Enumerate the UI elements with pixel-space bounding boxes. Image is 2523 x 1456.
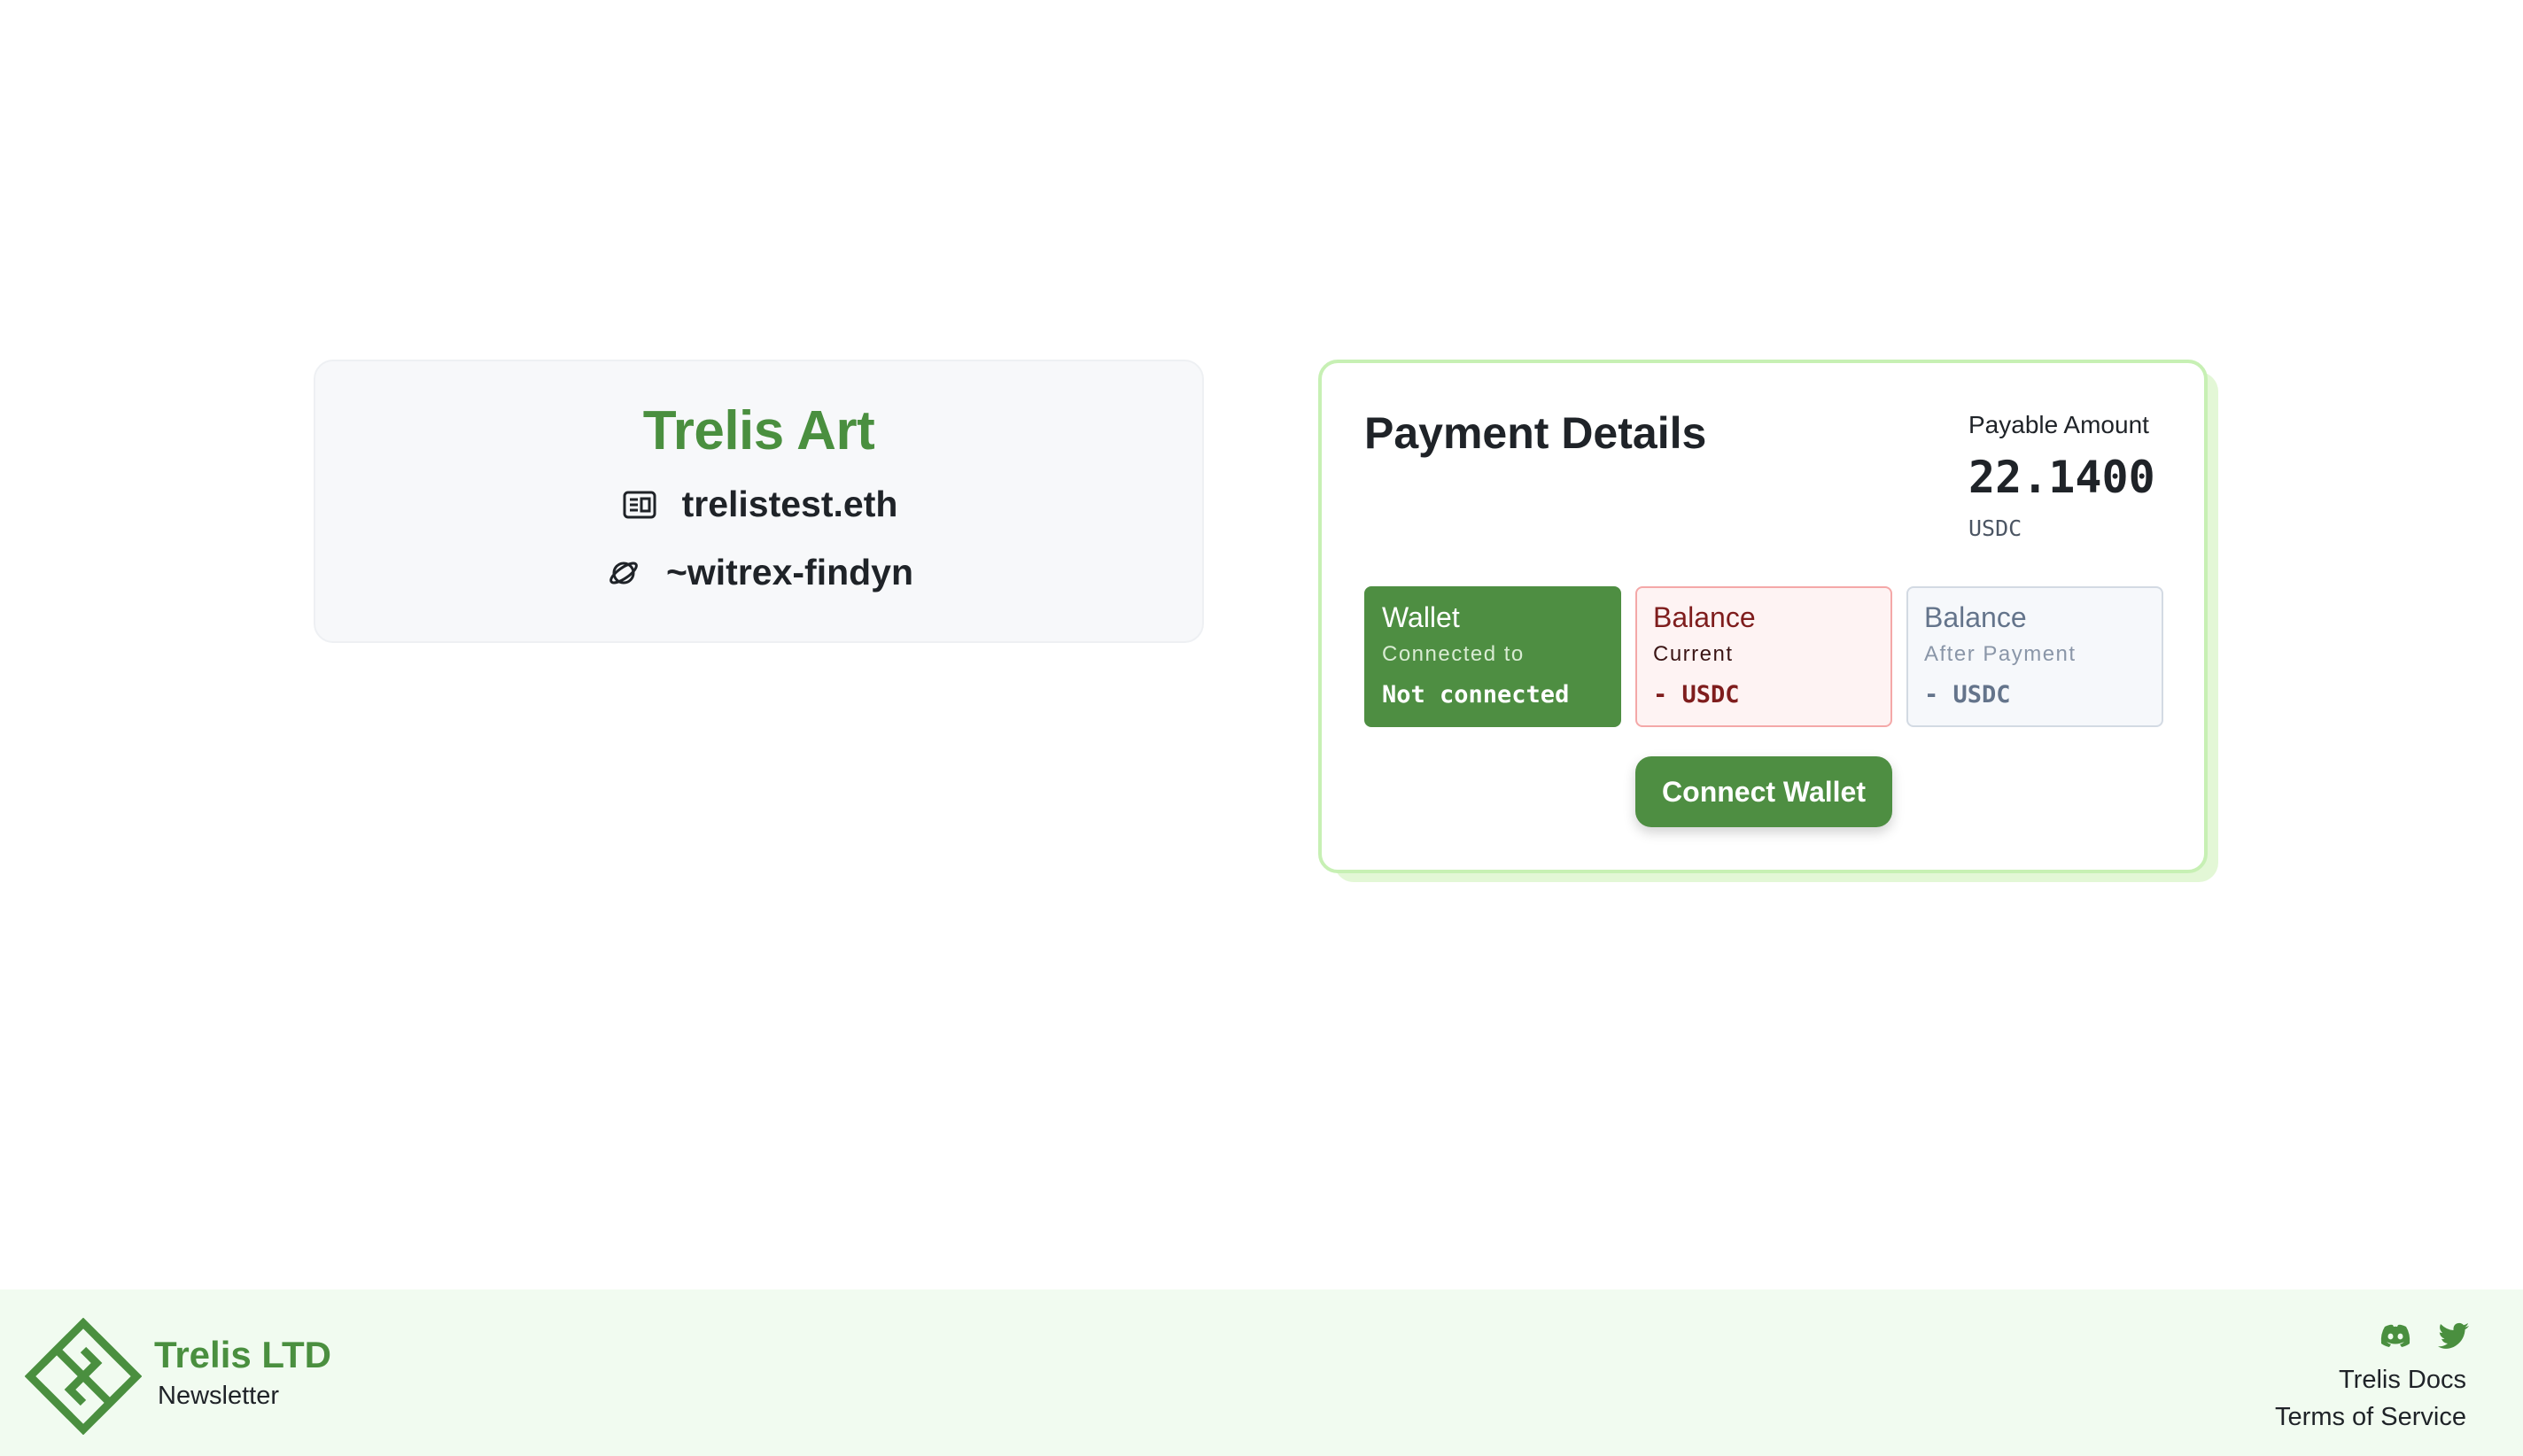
- balance-current-subtitle: Current: [1653, 642, 1734, 667]
- merchant-ens: trelistest.eth: [681, 484, 898, 524]
- merchant-urbit-id: ~witrex-findyn: [665, 552, 914, 592]
- planet-icon: [604, 554, 643, 592]
- balance-after-value: - USDC: [1924, 681, 2011, 709]
- connect-wallet-button[interactable]: Connect Wallet: [1635, 756, 1892, 827]
- id-card-icon: [620, 485, 659, 524]
- trelis-logo-icon[interactable]: [24, 1317, 143, 1436]
- merchant-name: Trelis Art: [642, 400, 875, 461]
- footer-social-icons: [2378, 1318, 2472, 1353]
- payable-currency: USDC: [1968, 515, 2022, 541]
- payment-title: Payment Details: [1364, 408, 1707, 458]
- payable-amount-value: 22.1400: [1968, 452, 2155, 503]
- wallet-tile: Wallet Connected to Not connected: [1364, 586, 1621, 727]
- twitter-icon[interactable]: [2436, 1318, 2472, 1353]
- balance-current-tile: Balance Current - USDC: [1635, 586, 1892, 727]
- terms-of-service-link[interactable]: Terms of Service: [2275, 1403, 2466, 1432]
- balance-after-title: Balance: [1924, 601, 2027, 633]
- discord-icon[interactable]: [2378, 1318, 2413, 1353]
- balance-current-title: Balance: [1653, 601, 1756, 633]
- trelis-docs-link[interactable]: Trelis Docs: [2339, 1366, 2466, 1395]
- footer: Trelis LTD Newsletter Trelis Docs Terms …: [0, 1289, 2523, 1456]
- payment-tiles: Wallet Connected to Not connected Balanc…: [1364, 586, 2163, 727]
- newsletter-link[interactable]: Newsletter: [158, 1382, 279, 1411]
- merchant-card: Trelis Art trelistest.eth ~witrex-findyn: [314, 360, 1204, 643]
- wallet-tile-value: Not connected: [1382, 681, 1570, 709]
- balance-current-value: - USDC: [1653, 681, 1740, 709]
- payment-card: Payment Details Payable Amount 22.1400 U…: [1318, 360, 2208, 873]
- balance-after-subtitle: After Payment: [1924, 642, 2077, 667]
- merchant-urbit-row: ~witrex-findyn: [604, 552, 913, 593]
- merchant-ens-row: trelistest.eth: [620, 484, 898, 525]
- wallet-tile-subtitle: Connected to: [1382, 642, 1525, 667]
- footer-brand[interactable]: Trelis LTD: [154, 1334, 331, 1376]
- balance-after-tile: Balance After Payment - USDC: [1906, 586, 2163, 727]
- wallet-tile-title: Wallet: [1382, 601, 1460, 633]
- payable-amount-label: Payable Amount: [1968, 411, 2149, 438]
